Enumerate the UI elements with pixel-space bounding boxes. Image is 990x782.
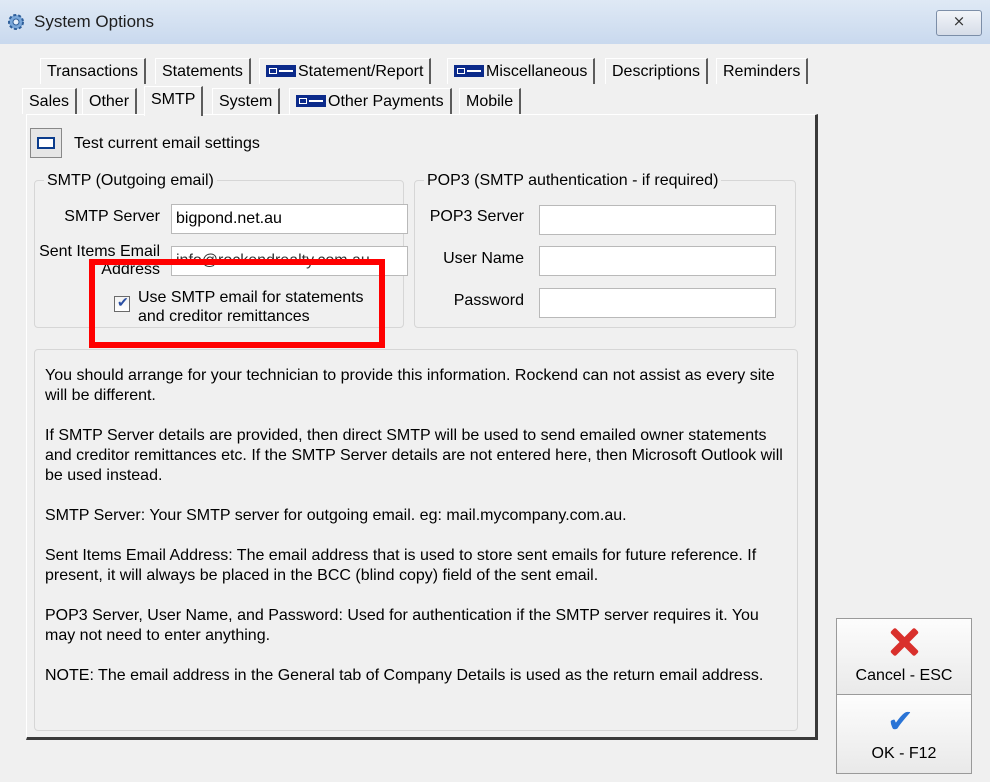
smtp-server-input[interactable] (171, 204, 408, 234)
tab-transactions[interactable]: Transactions (40, 58, 146, 84)
ok-button-label: OK - F12 (871, 745, 937, 762)
cancel-button[interactable]: Cancel - ESC (836, 618, 972, 696)
smtp-group-title: SMTP (Outgoing email) (44, 172, 217, 190)
user-name-label: User Name (443, 250, 524, 267)
help-paragraph: NOTE: The email address in the General t… (45, 667, 764, 684)
tab-statement-report[interactable]: Statement/Report (259, 58, 432, 84)
tab-statements[interactable]: Statements (155, 58, 251, 84)
tab-descriptions[interactable]: Descriptions (605, 58, 709, 84)
tab-other-payments[interactable]: Other Payments (289, 88, 452, 114)
test-email-label: Test current email settings (74, 135, 260, 152)
sent-items-label-line1: Sent Items Email (39, 243, 160, 260)
password-input[interactable] (539, 288, 776, 318)
title-bar: System Options ⨯ (0, 0, 990, 45)
tab-sales[interactable]: Sales (22, 88, 78, 114)
close-button[interactable]: ⨯ (936, 10, 982, 36)
close-icon: ⨯ (952, 13, 966, 30)
user-name-input[interactable] (539, 246, 776, 276)
pop3-server-label: POP3 Server (429, 208, 524, 225)
tab-other[interactable]: Other (82, 88, 138, 114)
tab-smtp[interactable]: SMTP (144, 86, 204, 116)
tab-label: System (219, 93, 273, 110)
tab-label: SMTP (151, 91, 196, 108)
tab-label: Statement/Report (298, 63, 424, 80)
tab-system[interactable]: System (212, 88, 281, 114)
tab-label: Other (89, 93, 130, 110)
tab-label: Transactions (47, 63, 138, 80)
ok-check-icon: ✔ (887, 703, 914, 739)
help-paragraph: SMTP Server: Your SMTP server for outgoi… (45, 507, 627, 524)
tab-mobile[interactable]: Mobile (459, 88, 522, 114)
ok-button[interactable]: ✔ OK - F12 (836, 694, 972, 774)
help-paragraph: You should arrange for your technician t… (45, 367, 775, 404)
gear-icon (8, 14, 24, 30)
tab-label: Reminders (723, 63, 801, 80)
help-paragraph: POP3 Server, User Name, and Password: Us… (45, 607, 759, 644)
help-paragraph: Sent Items Email Address: The email addr… (45, 547, 757, 584)
tab-label: Mobile (466, 93, 514, 110)
pop3-group-title: POP3 (SMTP authentication - if required) (424, 172, 722, 190)
key-icon (296, 95, 326, 107)
tab-label: Other Payments (328, 93, 444, 110)
key-icon (454, 65, 484, 77)
tab-label: Miscellaneous (486, 63, 588, 80)
help-text-panel: You should arrange for your technician t… (34, 349, 798, 731)
help-paragraph: If SMTP Server details are provided, the… (45, 427, 783, 484)
pop3-server-input[interactable] (539, 205, 776, 235)
window-title: System Options (34, 12, 154, 31)
highlight-annotation-box (89, 259, 385, 348)
key-icon (266, 65, 296, 77)
tab-label: Sales (29, 93, 70, 110)
cancel-x-icon (889, 627, 919, 657)
password-label: Password (453, 292, 524, 309)
tab-miscellaneous[interactable]: Miscellaneous (447, 58, 596, 84)
cancel-button-label: Cancel - ESC (855, 667, 953, 684)
test-email-button[interactable] (30, 128, 62, 158)
tab-label: Descriptions (612, 63, 701, 80)
smtp-server-label: SMTP Server (64, 208, 160, 225)
email-test-icon (37, 137, 55, 149)
tab-label: Statements (162, 63, 243, 80)
tab-reminders[interactable]: Reminders (716, 58, 809, 84)
